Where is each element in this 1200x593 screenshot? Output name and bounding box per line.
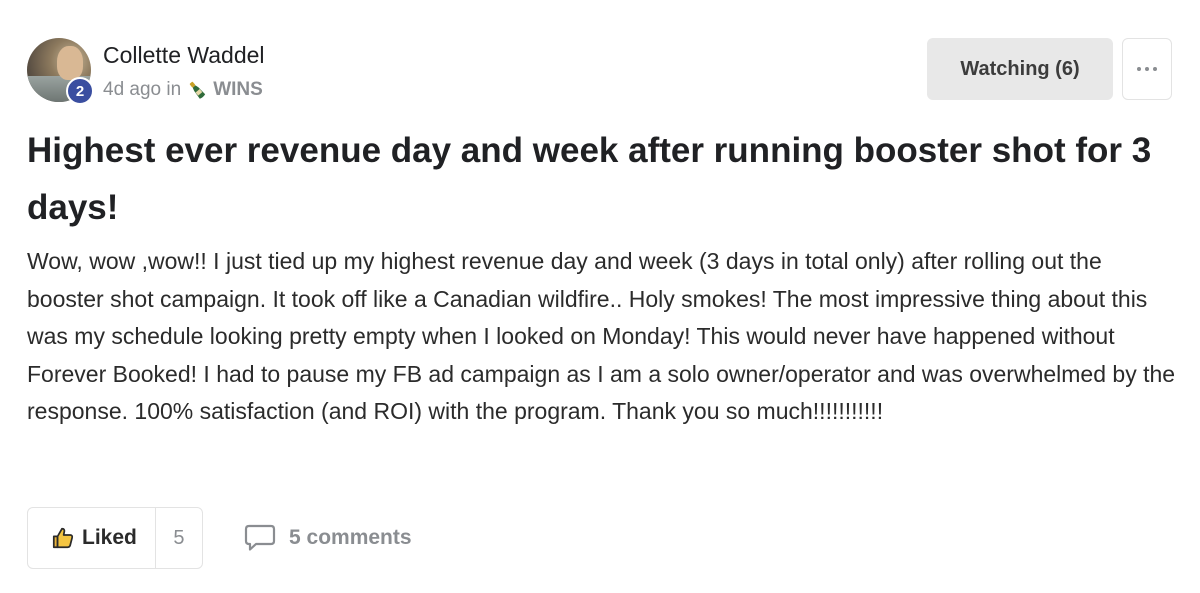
category-link[interactable]: WINS bbox=[213, 79, 263, 101]
post-card: 2 Collette Waddel 4d ago in WINS Watchin… bbox=[0, 0, 1200, 593]
more-horizontal-icon bbox=[1137, 67, 1157, 71]
champagne-bottle-icon bbox=[189, 81, 206, 99]
watching-button[interactable]: Watching (6) bbox=[927, 38, 1113, 100]
thumbs-up-icon bbox=[52, 527, 74, 549]
comments-label: 5 comments bbox=[289, 526, 412, 549]
comment-bubble-icon bbox=[244, 524, 276, 551]
author-name[interactable]: Collette Waddel bbox=[103, 42, 265, 69]
post-body: Wow, wow ,wow!! I just tied up my highes… bbox=[27, 248, 1176, 424]
avatar-face bbox=[57, 46, 83, 80]
level-badge: 2 bbox=[66, 77, 94, 105]
post-title: Highest ever revenue day and week after … bbox=[27, 131, 1152, 227]
like-button[interactable]: Liked bbox=[28, 508, 156, 568]
like-control: Liked 5 bbox=[27, 507, 203, 569]
comments-link[interactable]: 5 comments bbox=[243, 520, 412, 556]
like-label: Liked bbox=[82, 526, 137, 549]
post-time: 4d ago in bbox=[103, 79, 182, 100]
like-count[interactable]: 5 bbox=[156, 508, 202, 568]
more-options-button[interactable] bbox=[1122, 38, 1172, 100]
post-meta: 4d ago in WINS bbox=[103, 79, 263, 101]
